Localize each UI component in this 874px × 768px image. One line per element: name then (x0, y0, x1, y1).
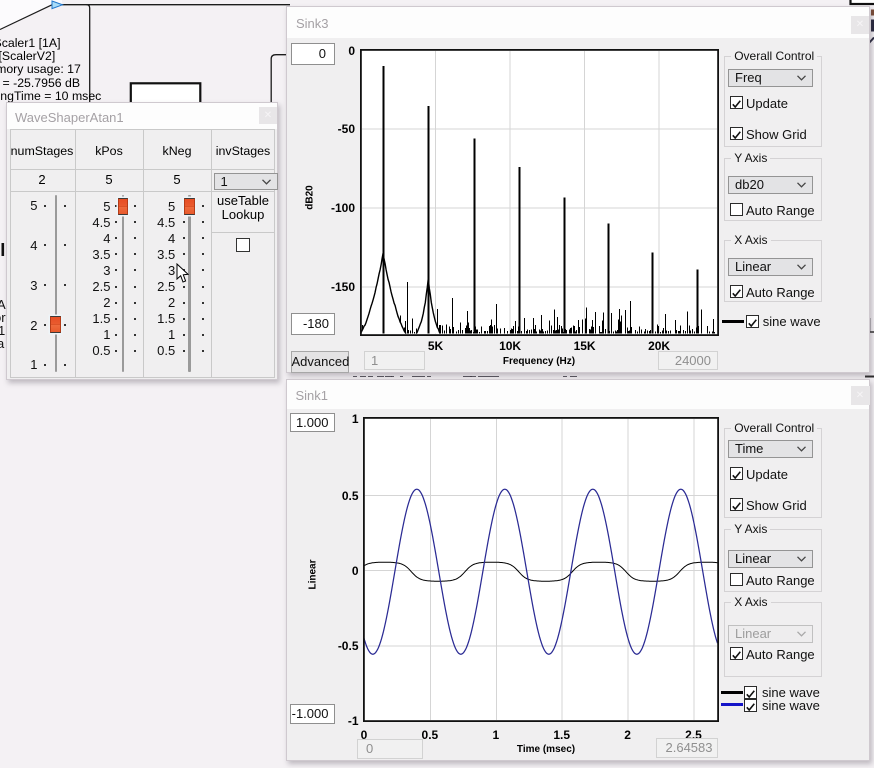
svg-text:a: a (0, 336, 5, 351)
